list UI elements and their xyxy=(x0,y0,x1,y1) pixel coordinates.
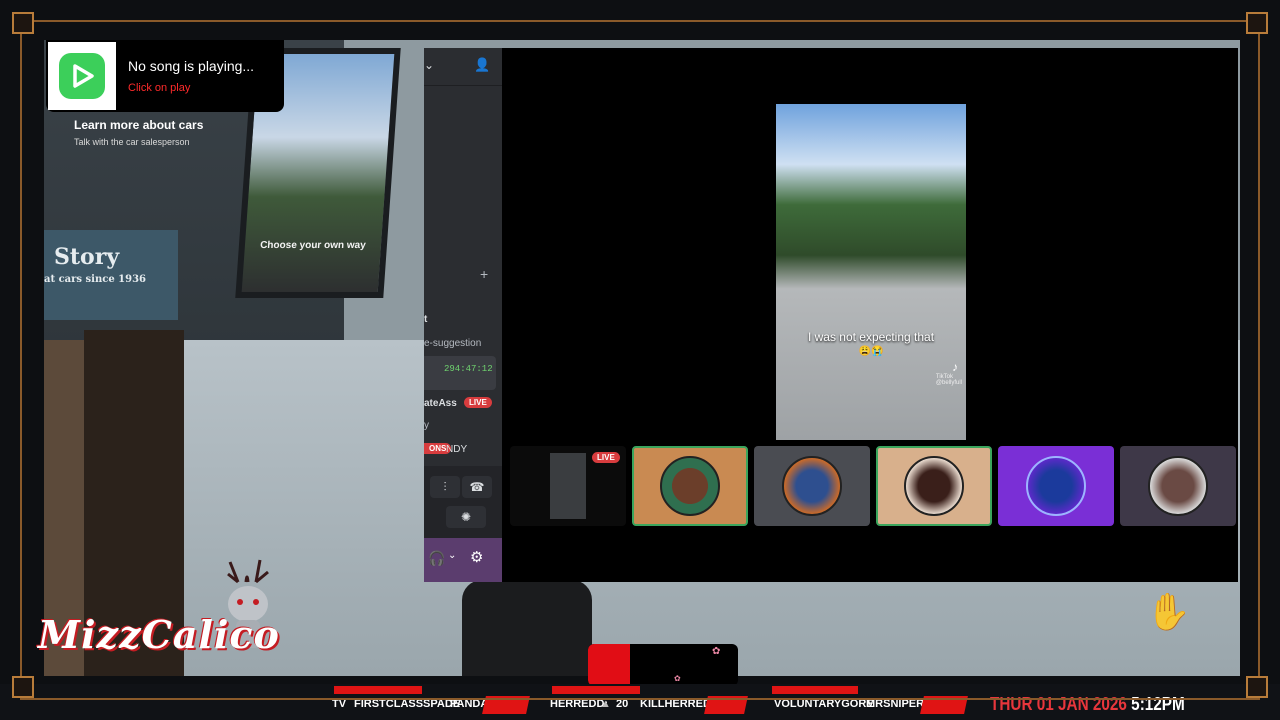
frame-border xyxy=(20,20,1260,700)
frame-corner xyxy=(12,676,34,698)
frame-corner xyxy=(12,12,34,34)
frame-corner xyxy=(1246,12,1268,34)
frame-corner xyxy=(1246,676,1268,698)
stream-overlay: Choose your own way Story at cars since … xyxy=(0,0,1280,720)
